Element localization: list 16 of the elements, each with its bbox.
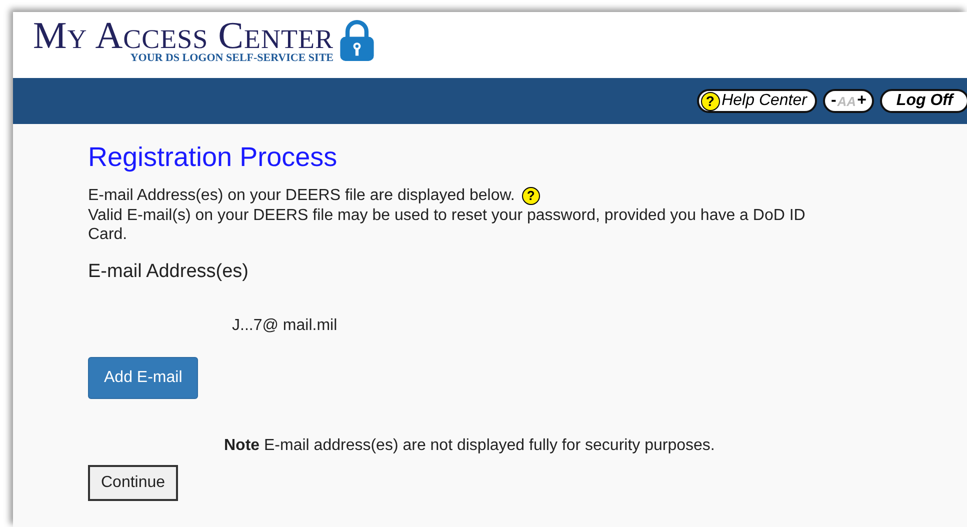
padlock-icon [338, 20, 376, 62]
email-address: J...7@ mail.mil [232, 317, 338, 335]
help-icon: ? [700, 92, 720, 110]
intro-text: E-mail Address(es) on your DEERS file are displayed below. [88, 187, 515, 204]
page-heading: Registration Process [88, 142, 338, 173]
note-text: Note E-mail address(es) are not displayed fully for security purposes. [224, 437, 716, 455]
info-text: Valid E-mail(s) on your DEERS file may be used to reset your password, provided you have a DoD ID Card. [88, 206, 806, 244]
font-size-control[interactable]: -AA+ [822, 89, 874, 113]
continue-button[interactable]: Continue [88, 465, 178, 501]
site-subtitle: YOUR DS LOGON SELF-SERVICE SITE [130, 52, 334, 64]
help-center-button[interactable]: ? Help Center [696, 89, 817, 113]
site-title: My Access Center [33, 18, 334, 54]
log-off-button[interactable]: Log Off [880, 89, 967, 113]
help-icon[interactable]: ? [522, 186, 540, 205]
section-heading: E-mail Address(es) [88, 261, 250, 283]
add-email-button[interactable]: Add E-mail [88, 357, 198, 399]
